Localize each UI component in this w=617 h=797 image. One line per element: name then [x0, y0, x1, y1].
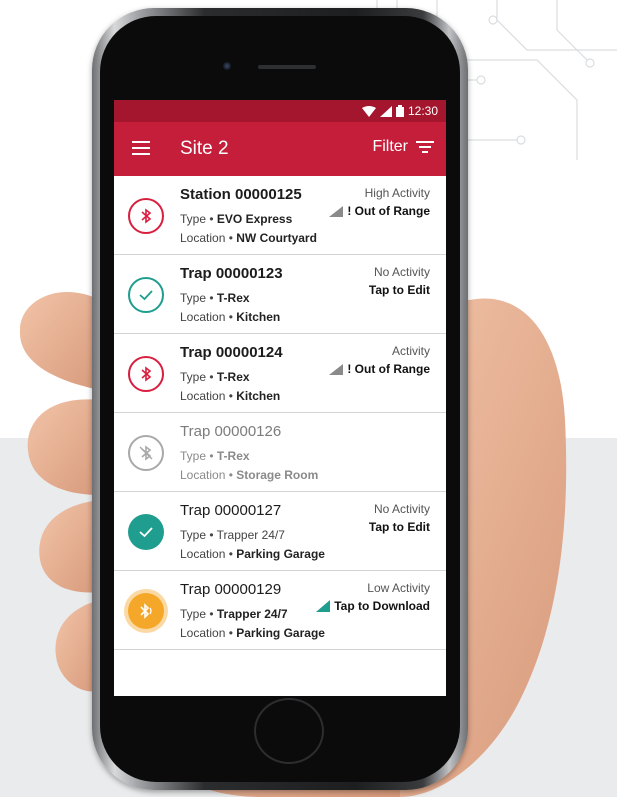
list-item[interactable]: Station 00000125 Type • EVO Express Loca… — [114, 176, 446, 255]
bluetooth-icon — [128, 356, 164, 392]
activity-level: No Activity — [373, 265, 430, 279]
app-bar: Site 2 Filter — [114, 122, 446, 176]
item-type: Type • T-Rex — [180, 370, 250, 384]
status-time: 12:30 — [407, 104, 438, 118]
item-location: Location • NW Courtyard — [180, 231, 317, 245]
list-item[interactable]: Trap 00000126 Type • T-Rex Location • St… — [114, 413, 446, 492]
list-item[interactable]: Trap 00000124 Type • T-Rex Location • Ki… — [114, 334, 446, 413]
front-camera — [223, 62, 231, 70]
hamburger-icon[interactable] — [132, 141, 150, 155]
download-icon — [316, 600, 331, 612]
bluetooth-transfer-icon — [128, 593, 164, 629]
item-location: Location • Kitchen — [180, 310, 281, 324]
activity-level: Low Activity — [367, 581, 430, 595]
check-icon — [128, 277, 164, 313]
activity-level: Activity — [391, 344, 430, 358]
item-type: Type • EVO Express — [180, 212, 293, 226]
list-item[interactable]: Trap 00000123 Type • T-Rex Location • Ki… — [114, 255, 446, 334]
bluetooth-icon — [128, 198, 164, 234]
earpiece-speaker — [258, 65, 316, 69]
activity-level: High Activity — [364, 186, 430, 200]
status-bar: 12:30 — [114, 100, 446, 122]
phone-screen: 12:30 Site 2 Filter Station 00000125 Typ… — [114, 100, 446, 696]
filter-button[interactable]: Filter — [372, 138, 434, 156]
wifi-icon — [361, 105, 376, 117]
check-icon — [128, 514, 164, 550]
item-action[interactable]: ! Out of Range — [329, 362, 430, 376]
list-item[interactable]: Trap 00000129 Type • Trapper 24/7 Locati… — [114, 571, 446, 650]
item-location: Location • Kitchen — [180, 389, 281, 403]
item-action[interactable]: ! Out of Range — [329, 204, 430, 218]
item-title: Trap 00000129 — [180, 581, 282, 598]
page-title: Site 2 — [180, 138, 229, 159]
cell-signal-icon — [379, 105, 392, 117]
item-location: Location • Parking Garage — [180, 626, 325, 640]
battery-icon — [395, 105, 404, 117]
signal-icon — [329, 205, 344, 217]
bluetooth-disabled-icon — [128, 435, 164, 471]
signal-icon — [329, 363, 344, 375]
home-button[interactable] — [254, 698, 324, 764]
item-location: Location • Storage Room — [180, 468, 319, 482]
item-title: Trap 00000126 — [180, 423, 282, 440]
filter-icon — [416, 141, 434, 153]
item-action[interactable]: Tap to Edit — [369, 520, 430, 534]
item-title: Trap 00000123 — [180, 265, 283, 282]
item-location: Location • Parking Garage — [180, 547, 325, 561]
item-type: Type • T-Rex — [180, 449, 250, 463]
filter-label: Filter — [372, 138, 408, 155]
item-title: Station 00000125 — [180, 186, 302, 203]
activity-level: No Activity — [373, 502, 430, 516]
list-item[interactable]: Trap 00000127 Type • Trapper 24/7 Locati… — [114, 492, 446, 571]
item-type: Type • Trapper 24/7 — [180, 607, 288, 621]
item-title: Trap 00000127 — [180, 502, 282, 519]
item-type: Type • Trapper 24/7 — [180, 528, 285, 542]
item-action[interactable]: Tap to Download — [316, 599, 430, 613]
item-title: Trap 00000124 — [180, 344, 283, 361]
device-list: Station 00000125 Type • EVO Express Loca… — [114, 176, 446, 650]
item-action[interactable]: Tap to Edit — [369, 283, 430, 297]
item-type: Type • T-Rex — [180, 291, 250, 305]
